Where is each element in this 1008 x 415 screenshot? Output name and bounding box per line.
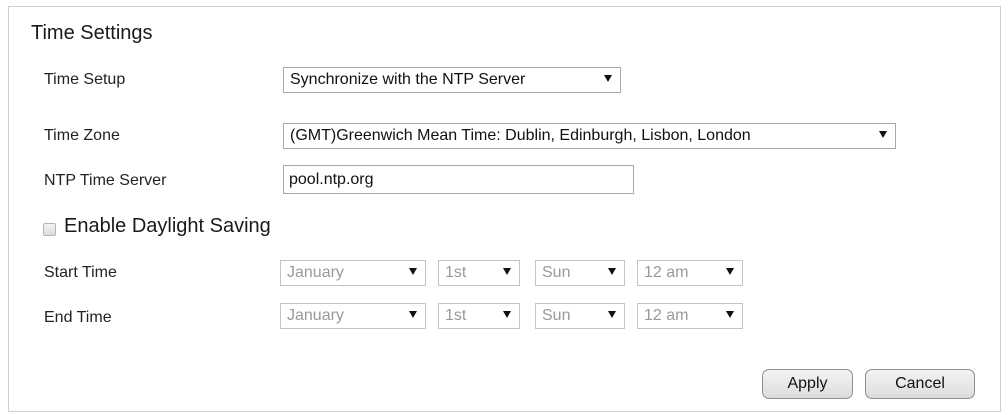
end-day-value: Sun xyxy=(542,307,571,324)
dropdown-arrow-icon xyxy=(409,268,417,275)
dropdown-arrow-icon xyxy=(726,311,734,318)
start-day-select[interactable]: Sun xyxy=(535,260,625,286)
dropdown-arrow-icon xyxy=(726,268,734,275)
end-time-label: End Time xyxy=(44,309,112,326)
start-week-value: 1st xyxy=(445,264,467,281)
time-setup-label: Time Setup xyxy=(44,71,126,88)
start-time-label: Start Time xyxy=(44,264,117,281)
ntp-server-input[interactable] xyxy=(283,165,634,194)
time-zone-select[interactable]: (GMT)Greenwich Mean Time: Dublin, Edinbu… xyxy=(283,123,896,149)
daylight-saving-label: Enable Daylight Saving xyxy=(64,215,271,237)
start-month-value: January xyxy=(287,264,344,281)
time-setup-select[interactable]: Synchronize with the NTP Server xyxy=(283,67,621,93)
start-day-value: Sun xyxy=(542,264,571,281)
page-title: Time Settings xyxy=(31,22,153,44)
end-hour-select[interactable]: 12 am xyxy=(637,303,743,329)
dropdown-arrow-icon xyxy=(409,311,417,318)
start-hour-select[interactable]: 12 am xyxy=(637,260,743,286)
end-hour-value: 12 am xyxy=(644,307,689,324)
dropdown-arrow-icon xyxy=(879,131,887,138)
end-week-value: 1st xyxy=(445,307,467,324)
dropdown-arrow-icon xyxy=(608,311,616,318)
daylight-saving-checkbox[interactable] xyxy=(43,223,56,236)
end-month-select[interactable]: January xyxy=(280,303,426,329)
end-day-select[interactable]: Sun xyxy=(535,303,625,329)
start-month-select[interactable]: January xyxy=(280,260,426,286)
dropdown-arrow-icon xyxy=(503,268,511,275)
end-week-select[interactable]: 1st xyxy=(438,303,520,329)
time-zone-value: (GMT)Greenwich Mean Time: Dublin, Edinbu… xyxy=(290,127,751,144)
dropdown-arrow-icon xyxy=(604,75,612,82)
start-hour-value: 12 am xyxy=(644,264,689,281)
ntp-server-label: NTP Time Server xyxy=(44,172,167,189)
cancel-button[interactable]: Cancel xyxy=(865,369,975,399)
time-setup-value: Synchronize with the NTP Server xyxy=(290,71,526,88)
end-month-value: January xyxy=(287,307,344,324)
dropdown-arrow-icon xyxy=(608,268,616,275)
start-week-select[interactable]: 1st xyxy=(438,260,520,286)
time-zone-label: Time Zone xyxy=(44,127,120,144)
apply-button[interactable]: Apply xyxy=(762,369,853,399)
dropdown-arrow-icon xyxy=(503,311,511,318)
